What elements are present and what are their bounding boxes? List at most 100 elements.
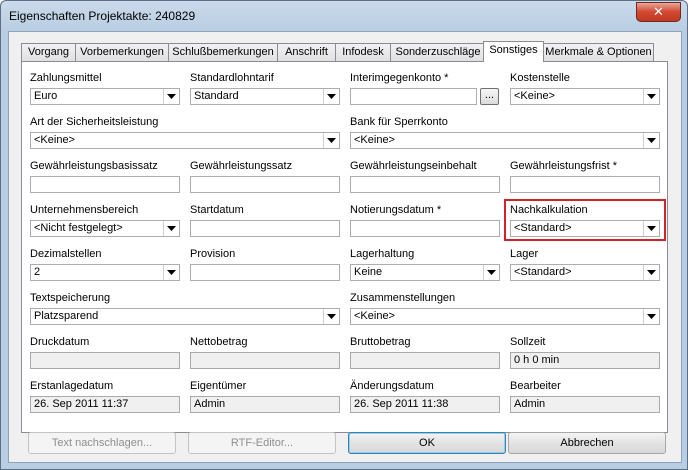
art-sicherheitsleistung-value: <Keine>: [34, 134, 75, 146]
lagerhaltung-value: Keine: [354, 266, 383, 278]
eigentuemer-field: Admin: [190, 396, 340, 413]
dezimalstellen-combo[interactable]: 2: [30, 264, 180, 281]
nachkalkulation-combo[interactable]: <Standard>: [510, 220, 660, 237]
tab-merkmale-optionen[interactable]: Merkmale & Optionen: [543, 43, 654, 61]
tab-panel-sonstiges: Zahlungsmittel Euro Standardlohntarif St…: [21, 61, 668, 433]
bank-sperrkonto-value: <Keine>: [354, 134, 395, 146]
label-sollzeit: Sollzeit: [510, 336, 546, 348]
erstanlagedatum-field: 26. Sep 2011 11:37: [30, 396, 180, 413]
provision-input[interactable]: [190, 264, 340, 281]
label-unternehmensbereich: Unternehmensbereich: [30, 204, 139, 216]
gewaehrleistungsfrist-input[interactable]: [510, 176, 660, 193]
kostenstelle-value: <Keine>: [514, 90, 555, 102]
startdatum-input[interactable]: [190, 220, 340, 237]
tab-anschrift[interactable]: Anschrift: [277, 43, 336, 61]
zahlungsmittel-combo[interactable]: Euro: [30, 88, 180, 105]
bank-sperrkonto-combo[interactable]: <Keine>: [350, 132, 660, 149]
chevron-down-icon[interactable]: [323, 89, 339, 104]
zusammenstellungen-combo[interactable]: <Keine>: [350, 308, 660, 325]
zahlungsmittel-value: Euro: [34, 90, 58, 102]
label-startdatum: Startdatum: [190, 204, 244, 216]
label-druckdatum: Druckdatum: [30, 336, 90, 348]
label-dezimalstellen: Dezimalstellen: [30, 248, 102, 260]
gewaehrleistungseinbehalt-input[interactable]: [350, 176, 500, 193]
zusammenstellungen-value: <Keine>: [354, 310, 395, 322]
chevron-down-icon[interactable]: [163, 89, 179, 104]
label-gewaehrleistungsbasissatz: Gewährleistungsbasissatz: [30, 160, 158, 172]
label-erstanlagedatum: Erstanlagedatum: [30, 380, 114, 392]
tab-schlussbemerkungen[interactable]: Schlußbemerkungen: [168, 43, 278, 61]
tab-sonderzuschlaege[interactable]: Sonderzuschläge: [390, 43, 486, 61]
chevron-down-icon[interactable]: [483, 265, 499, 280]
tab-vorgang[interactable]: Vorgang: [21, 43, 76, 61]
standardlohntarif-value: Standard: [194, 90, 239, 102]
label-gewaehrleistungsfrist: Gewährleistungsfrist *: [510, 160, 617, 172]
label-gewaehrleistungssatz: Gewährleistungssatz: [190, 160, 293, 172]
textspeicherung-combo[interactable]: Platzsparend: [30, 308, 340, 325]
chevron-down-icon[interactable]: [643, 221, 659, 236]
label-eigentuemer: Eigentümer: [190, 380, 247, 392]
label-provision: Provision: [190, 248, 236, 260]
bearbeiter-field: Admin: [510, 396, 660, 413]
notierungsdatum-input[interactable]: [350, 220, 500, 237]
label-gewaehrleistungseinbehalt: Gewährleistungseinbehalt: [350, 160, 477, 172]
label-bruttobetrag: Bruttobetrag: [350, 336, 411, 348]
interimgegenkonto-browse-button[interactable]: ...: [480, 88, 499, 105]
dezimalstellen-value: 2: [34, 266, 41, 278]
window-title: Eigenschaften Projektakte: 240829: [9, 9, 196, 23]
close-button[interactable]: ✕: [636, 2, 681, 22]
art-sicherheitsleistung-combo[interactable]: <Keine>: [30, 132, 340, 149]
unternehmensbereich-value: <Nicht festgelegt>: [34, 222, 123, 234]
lager-value: <Standard>: [514, 266, 572, 278]
abbrechen-button[interactable]: Abbrechen: [508, 432, 666, 454]
nachkalkulation-value: <Standard>: [514, 222, 572, 234]
interimgegenkonto-input[interactable]: [350, 88, 477, 105]
label-bearbeiter: Bearbeiter: [510, 380, 561, 392]
standardlohntarif-combo[interactable]: Standard: [190, 88, 340, 105]
title-bar[interactable]: Eigenschaften Projektakte: 240829 ✕: [1, 1, 687, 31]
aenderungsdatum-field: 26. Sep 2011 11:38: [350, 396, 500, 413]
label-standardlohntarif: Standardlohntarif: [190, 72, 274, 84]
label-art-sicherheitsleistung: Art der Sicherheitsleistung: [30, 116, 159, 128]
label-textspeicherung: Textspeicherung: [30, 292, 111, 304]
label-nettobetrag: Nettobetrag: [190, 336, 248, 348]
close-icon: ✕: [653, 4, 664, 19]
druckdatum-field: [30, 352, 180, 369]
rtf-editor-button[interactable]: RTF-Editor...: [188, 432, 336, 454]
kostenstelle-combo[interactable]: <Keine>: [510, 88, 660, 105]
label-notierungsdatum: Notierungsdatum *: [350, 204, 442, 216]
chevron-down-icon[interactable]: [163, 221, 179, 236]
lager-combo[interactable]: <Standard>: [510, 264, 660, 281]
dialog-client: Vorgang Vorbemerkungen Schlußbemerkungen…: [8, 31, 682, 463]
chevron-down-icon[interactable]: [643, 133, 659, 148]
label-zahlungsmittel: Zahlungsmittel: [30, 72, 102, 84]
sollzeit-field: 0 h 0 min: [510, 352, 660, 369]
chevron-down-icon[interactable]: [163, 265, 179, 280]
gewaehrleistungssatz-input[interactable]: [190, 176, 340, 193]
text-nachschlagen-button[interactable]: Text nachschlagen...: [28, 432, 176, 454]
label-zusammenstellungen: Zusammenstellungen: [350, 292, 456, 304]
label-lager: Lager: [510, 248, 539, 260]
chevron-down-icon[interactable]: [323, 133, 339, 148]
dialog-window: Eigenschaften Projektakte: 240829 ✕ Vorg…: [0, 0, 688, 470]
lagerhaltung-combo[interactable]: Keine: [350, 264, 500, 281]
tab-infodesk[interactable]: Infodesk: [335, 43, 391, 61]
label-nachkalkulation: Nachkalkulation: [510, 204, 588, 216]
tab-sonstiges[interactable]: Sonstiges: [483, 41, 544, 62]
label-kostenstelle: Kostenstelle: [510, 72, 570, 84]
bruttobetrag-field: [350, 352, 500, 369]
chevron-down-icon[interactable]: [643, 89, 659, 104]
chevron-down-icon[interactable]: [643, 265, 659, 280]
textspeicherung-value: Platzsparend: [34, 310, 99, 322]
label-bank-sperrkonto: Bank für Sperrkonto: [350, 116, 448, 128]
tab-vorbemerkungen[interactable]: Vorbemerkungen: [75, 43, 169, 61]
chevron-down-icon[interactable]: [323, 309, 339, 324]
chevron-down-icon[interactable]: [643, 309, 659, 324]
gewaehrleistungsbasissatz-input[interactable]: [30, 176, 180, 193]
ok-button[interactable]: OK: [348, 432, 506, 454]
label-aenderungsdatum: Änderungsdatum: [350, 380, 434, 392]
label-lagerhaltung: Lagerhaltung: [350, 248, 415, 260]
nettobetrag-field: [190, 352, 340, 369]
label-interimgegenkonto: Interimgegenkonto *: [350, 72, 449, 84]
unternehmensbereich-combo[interactable]: <Nicht festgelegt>: [30, 220, 180, 237]
